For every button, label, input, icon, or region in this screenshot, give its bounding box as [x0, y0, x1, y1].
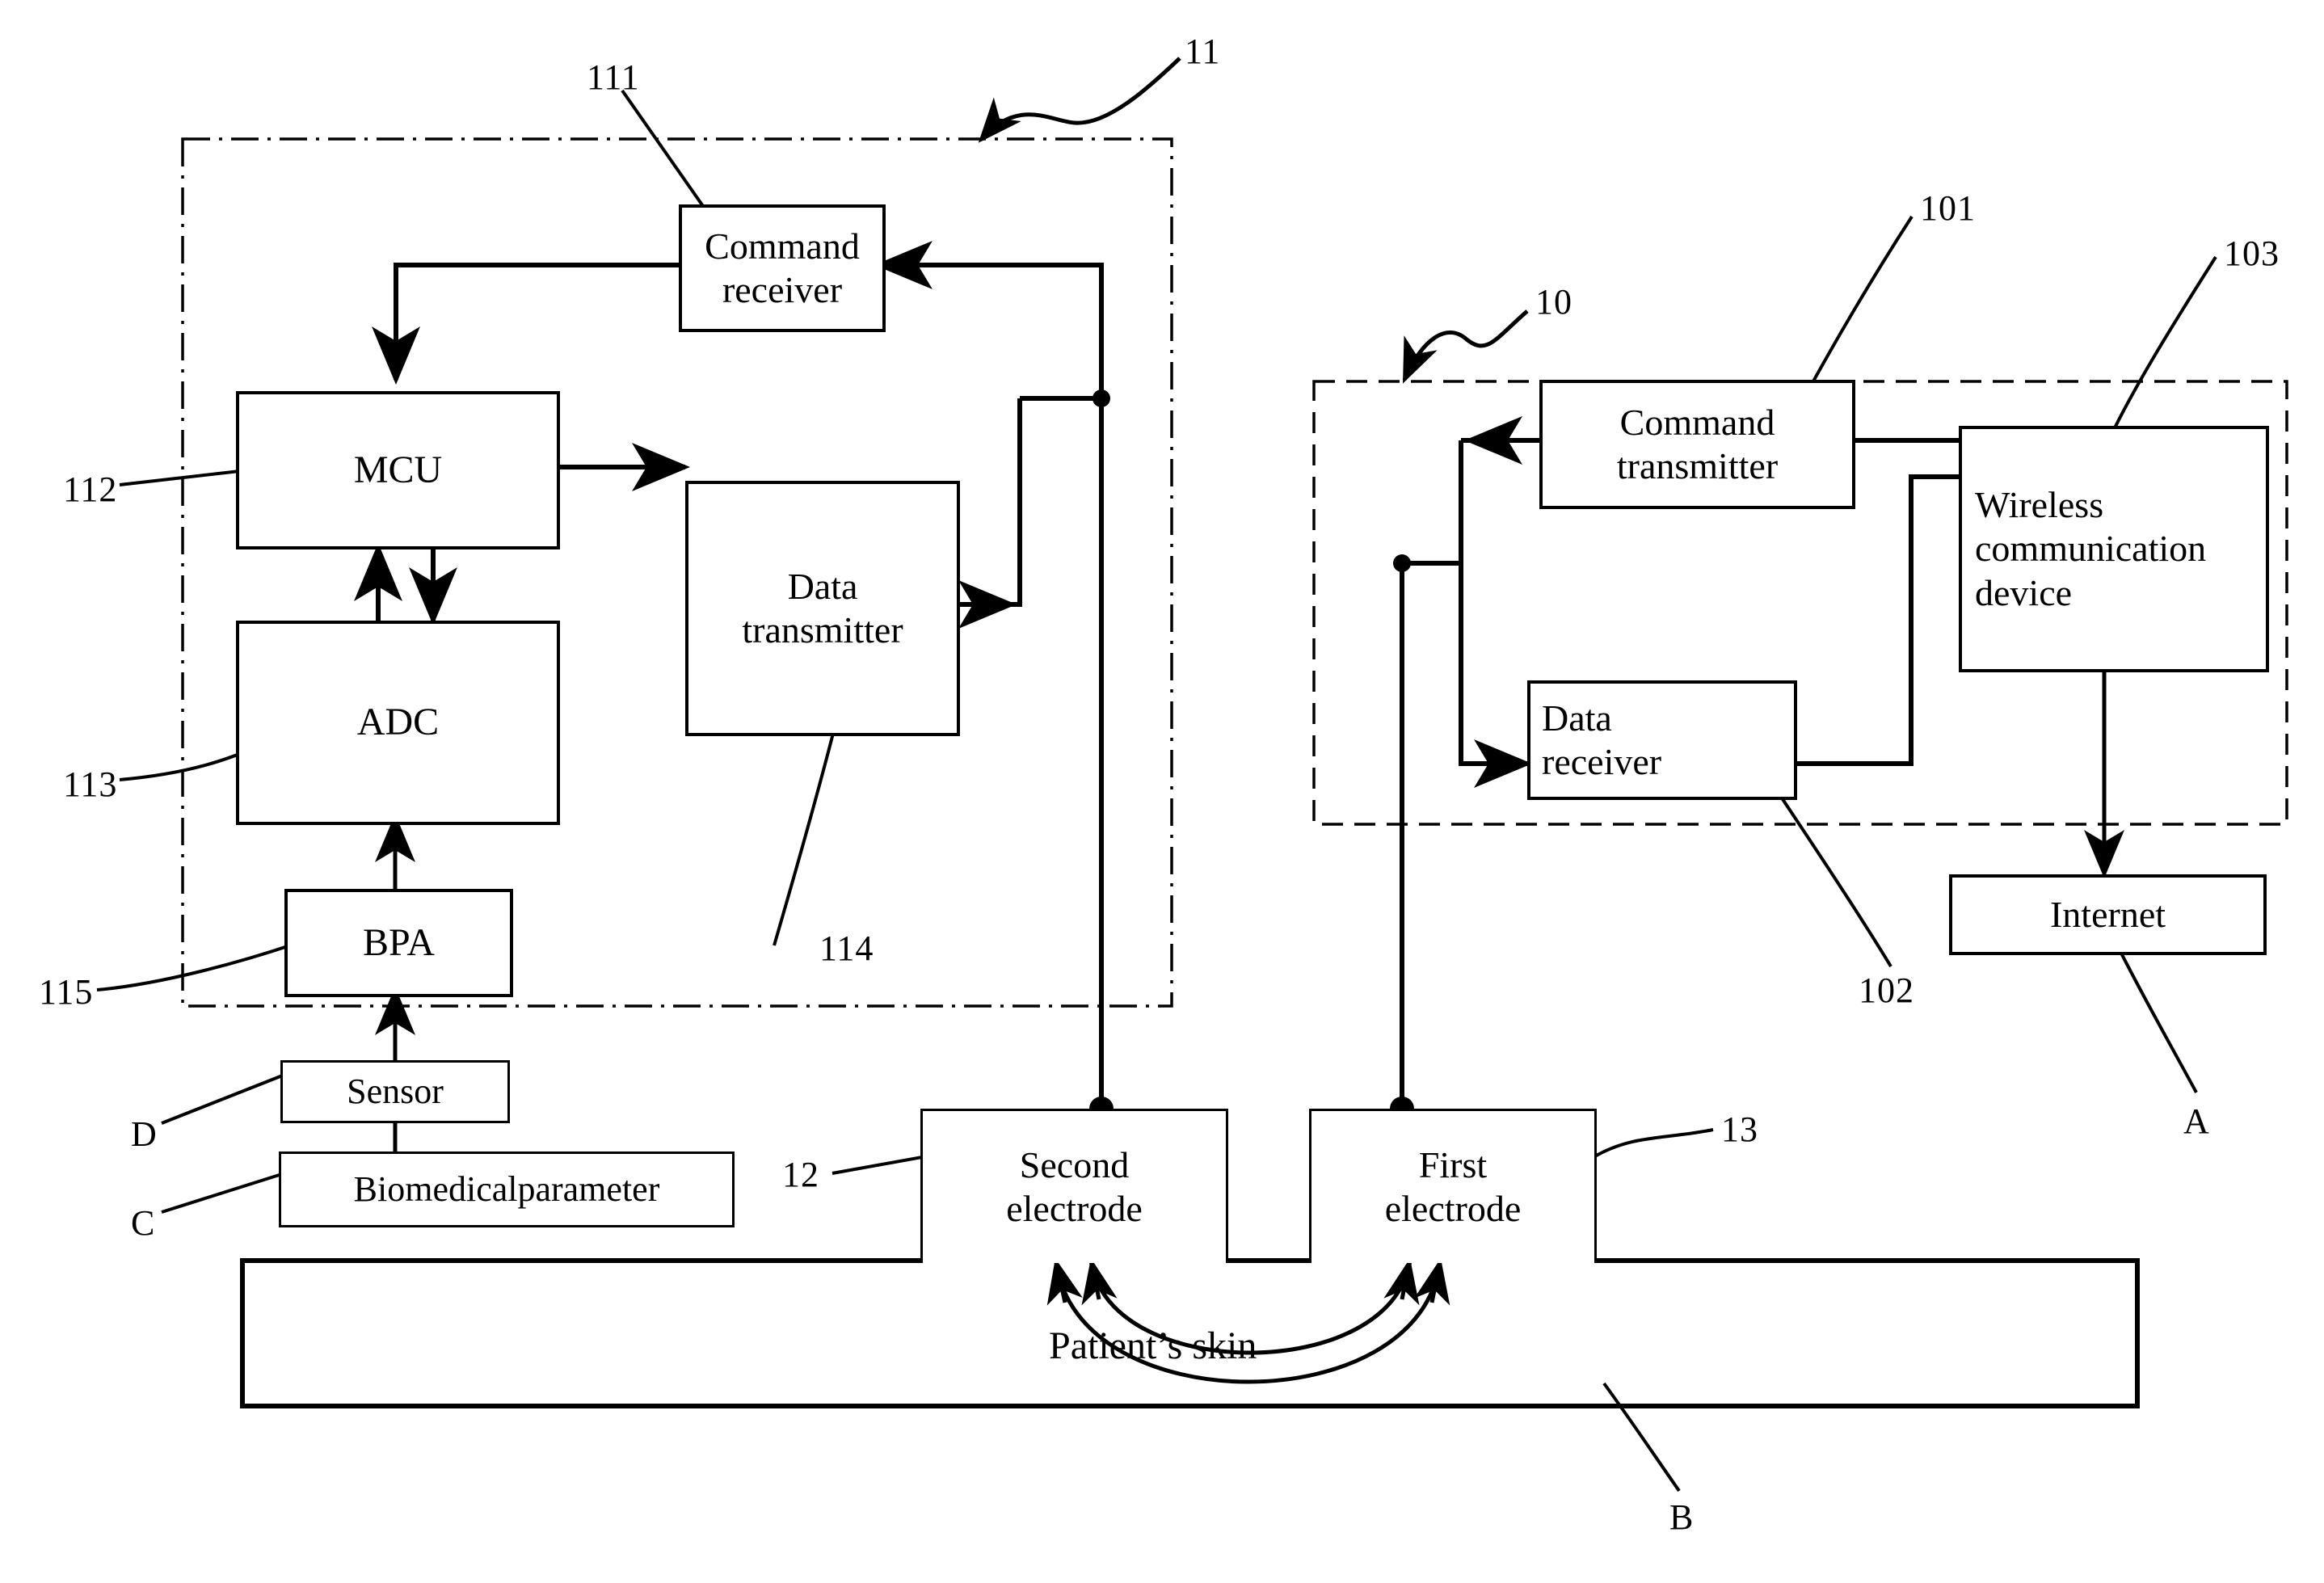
ref-numeral-102: 102 — [1859, 970, 1914, 1010]
block-data-receiver-label: Data receiver — [1530, 697, 1794, 785]
block-mcu-label: MCU — [353, 448, 443, 491]
block-first-electrode-label: First electrode — [1385, 1143, 1522, 1231]
cr-line2: receiver — [722, 269, 843, 310]
block-command-receiver-label: Command receiver — [705, 225, 860, 313]
wire-datatransmitter-out — [954, 398, 1022, 607]
se-line2: electrode — [1006, 1188, 1143, 1229]
wire-into-command-receiver — [874, 241, 1104, 398]
module-11-boundary — [181, 137, 1173, 1008]
block-wireless-communication-device[interactable]: Wireless communication device — [1959, 426, 2269, 672]
ref-numeral-111: 111 — [587, 57, 640, 97]
wcd-line3: device — [1975, 571, 2073, 613]
dr-line1: Data — [1542, 697, 1612, 739]
block-command-receiver[interactable]: Command receiver — [679, 204, 886, 332]
block-adc-label: ADC — [356, 701, 440, 744]
ref-numeral-10: 10 — [1535, 282, 1572, 322]
leader-10 — [1402, 309, 1529, 384]
ref-letter-D: D — [131, 1114, 157, 1154]
block-sensor[interactable]: Sensor — [280, 1060, 510, 1123]
wcd-line1: Wireless — [1975, 484, 2104, 526]
block-sensor-label: Sensor — [347, 1071, 444, 1112]
block-biomedical-parameter-label: Biomedicalparameter — [353, 1169, 660, 1210]
skin-arc-arrow-left-a — [1046, 1258, 1083, 1306]
ref-numeral-112: 112 — [63, 469, 118, 509]
wire-node10-up-to-commandtransmitter — [1402, 440, 1463, 566]
wire-datareceiver-to-wireless — [1791, 474, 1959, 766]
ref-numeral-11: 11 — [1185, 32, 1221, 71]
cr-line1: Command — [705, 225, 860, 267]
leader-13 — [1592, 1128, 1714, 1159]
ref-numeral-101: 101 — [1920, 188, 1976, 228]
block-command-transmitter[interactable]: Command transmitter — [1539, 380, 1855, 509]
skin-arc-arrow-right-b — [1414, 1258, 1450, 1306]
ref-letter-A: A — [2183, 1101, 2209, 1141]
block-internet[interactable]: Internet — [1949, 874, 2267, 955]
ref-numeral-103: 103 — [2224, 234, 2280, 273]
block-data-receiver[interactable]: Data receiver — [1527, 680, 1797, 800]
patient-skin-label: Patient’s skin — [1049, 1324, 1257, 1367]
block-bpa[interactable]: BPA — [284, 889, 513, 997]
leader-114 — [773, 710, 840, 946]
ref-letter-B: B — [1669, 1497, 1694, 1537]
wcd-line2: communication — [1975, 528, 2207, 570]
se-line1: Second — [1019, 1143, 1130, 1185]
block-adc[interactable]: ADC — [236, 621, 560, 825]
block-second-electrode-label: Second electrode — [1006, 1143, 1143, 1231]
wire-node10-down-to-datareceiver — [1459, 440, 1532, 788]
block-data-transmitter-label: Data transmitter — [742, 565, 903, 653]
block-first-electrode[interactable]: First electrode — [1309, 1109, 1597, 1263]
ct-line1: Command — [1619, 401, 1775, 443]
block-biomedical-parameter[interactable]: Biomedicalparameter — [279, 1151, 735, 1227]
block-second-electrode[interactable]: Second electrode — [920, 1109, 1228, 1263]
leader-11 — [978, 57, 1181, 143]
block-wireless-communication-device-label: Wireless communication device — [1962, 483, 2266, 615]
ref-numeral-113: 113 — [63, 764, 118, 804]
leader-103 — [2106, 255, 2217, 444]
dt-line1: Data — [787, 565, 858, 607]
block-data-transmitter[interactable]: Data transmitter — [685, 481, 960, 736]
ref-numeral-13: 13 — [1721, 1109, 1758, 1149]
dr-line2: receiver — [1542, 741, 1662, 782]
ref-letter-C: C — [131, 1203, 155, 1243]
ct-line2: transmitter — [1616, 445, 1779, 486]
block-mcu[interactable]: MCU — [236, 391, 560, 549]
dt-line2: transmitter — [742, 609, 903, 650]
fe-line2: electrode — [1384, 1188, 1522, 1229]
wire-cmdreceiver-to-mcu — [372, 263, 679, 385]
leader-C — [161, 1172, 285, 1214]
fe-line1: First — [1418, 1143, 1488, 1185]
ref-numeral-114: 114 — [819, 928, 874, 968]
block-command-transmitter-label: Command transmitter — [1617, 401, 1778, 489]
ref-numeral-115: 115 — [39, 972, 94, 1012]
figure-canvas: Command receiver MCU ADC Data transmitte… — [0, 0, 2324, 1583]
leader-B — [1602, 1382, 1681, 1492]
leader-102 — [1776, 790, 1892, 968]
ref-numeral-12: 12 — [782, 1155, 819, 1194]
leader-115 — [96, 942, 296, 991]
block-internet-label: Internet — [2049, 893, 2166, 935]
leader-D — [161, 1073, 285, 1125]
block-bpa-label: BPA — [363, 920, 435, 964]
